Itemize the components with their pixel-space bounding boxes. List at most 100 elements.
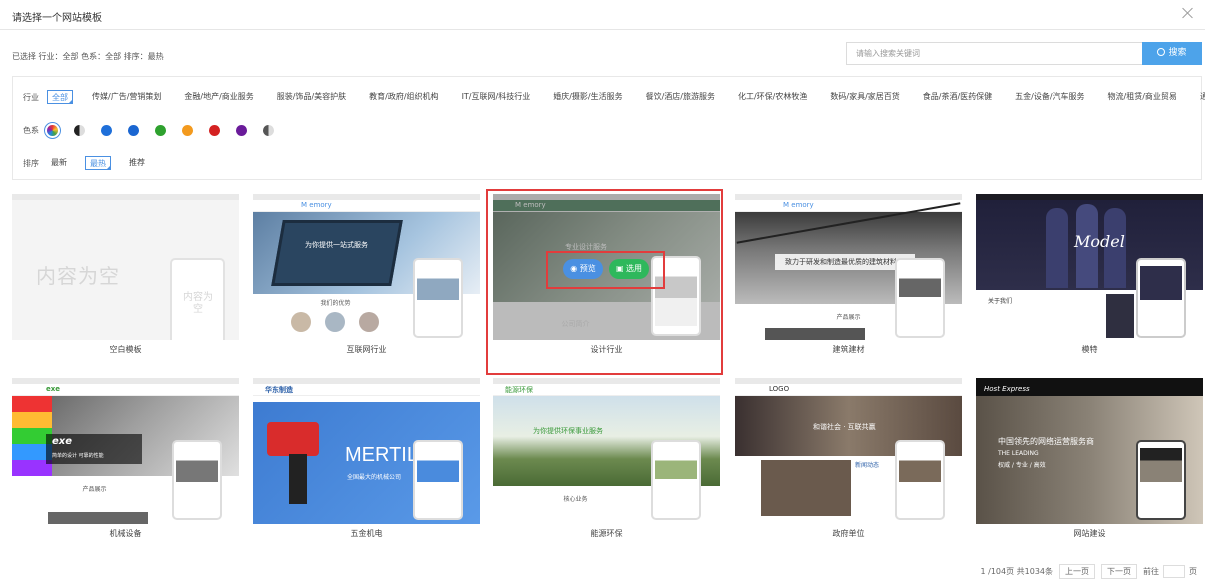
template-card-hardware[interactable]: 华东制造 MERTIL 全国最大的机械公司 五金机电	[253, 378, 480, 550]
color-swatch-darkblue[interactable]	[128, 124, 139, 136]
mobile-preview	[1136, 440, 1186, 520]
template-logo: exe	[46, 385, 61, 393]
industry-tag-6[interactable]: 婚庆/摄影/生活服务	[549, 90, 626, 104]
industry-tag-12[interactable]: 物流/租赁/商业贸易	[1104, 90, 1181, 104]
template-logo: M emory	[301, 201, 332, 209]
hero-text: MERTIL	[345, 444, 418, 466]
goto-label: 前往	[1143, 567, 1159, 576]
color-swatch-all[interactable]	[47, 124, 58, 136]
dialog-header: 请选择一个网站模板	[0, 0, 1205, 30]
filter-panel: 行业 全部 传媒/广告/营销策划 金融/地产/商业服务 服装/饰品/美容护肤 教…	[12, 76, 1205, 180]
template-thumbnail: 能源环保 为你提供环保事业服务 核心业务	[493, 378, 720, 524]
template-logo: M emory	[783, 201, 814, 209]
template-thumbnail: LOGO 和谐社会 · 互联共赢 新闻动态	[735, 378, 962, 524]
template-logo: LOGO	[769, 385, 790, 393]
color-swatch-black[interactable]	[74, 124, 85, 136]
template-logo: Host Express	[984, 385, 1030, 393]
empty-text-small: 内容为空	[183, 292, 213, 315]
sort-hottest[interactable]: 最热	[85, 156, 111, 170]
hero-text: 和谐社会 · 互联共赢	[813, 423, 876, 431]
close-icon[interactable]	[1181, 6, 1195, 20]
template-card-machine[interactable]: exe exe 简单的设计 可靠的性能 产品展示 机械设备	[12, 378, 239, 550]
template-caption: 能源环保	[590, 529, 623, 538]
page-suffix: 页	[1189, 567, 1197, 576]
sort-filter-row: 排序 最新 最热 推荐	[23, 155, 163, 171]
selected-filters-summary: 已选择 行业：全部 色系：全部 排序：最热	[12, 52, 164, 61]
template-logo: 能源环保	[505, 386, 533, 394]
pagination-info: 1 /104页 共1034条	[980, 567, 1054, 576]
prev-page-button[interactable]: 上一页	[1059, 564, 1095, 579]
color-swatch-blue[interactable]	[101, 124, 112, 136]
template-card-gov[interactable]: LOGO 和谐社会 · 互联共赢 新闻动态 政府单位	[735, 378, 962, 550]
sort-newest[interactable]: 最新	[47, 156, 71, 170]
industry-tag-2[interactable]: 金融/地产/商业服务	[180, 90, 257, 104]
hero-subtext-2: 权威 / 专业 / 高效	[998, 462, 1046, 469]
template-thumbnail: 内容为空 内容为空	[12, 194, 239, 340]
template-thumbnail: exe exe 简单的设计 可靠的性能 产品展示	[12, 378, 239, 524]
template-thumbnail: 华东制造 MERTIL 全国最大的机械公司	[253, 378, 480, 524]
sort-label: 排序	[23, 158, 39, 168]
template-card-energy[interactable]: 能源环保 为你提供环保事业服务 核心业务 能源环保	[493, 378, 720, 550]
next-page-button[interactable]: 下一页	[1101, 564, 1137, 579]
template-card-model[interactable]: Model 关于我们 模特	[976, 194, 1203, 366]
industry-filter-row: 行业 全部 传媒/广告/营销策划 金融/地产/商业服务 服装/饰品/美容护肤 教…	[23, 89, 1205, 105]
template-logo: 华东制造	[265, 386, 293, 394]
industry-tag-1[interactable]: 传媒/广告/营销策划	[88, 90, 165, 104]
dialog-title: 请选择一个网站模板	[12, 13, 102, 24]
industry-tag-13[interactable]: 通用行业	[1196, 90, 1205, 104]
template-card-internet[interactable]: M emory 为你提供一站式服务 我们的优势 互联网行业	[253, 194, 480, 366]
template-caption: 机械设备	[109, 529, 142, 538]
industry-tag-10[interactable]: 食品/茶酒/医药保健	[919, 90, 996, 104]
color-swatch-orange[interactable]	[182, 124, 193, 136]
hero-text: 致力于研发和制造最优质的建筑材料	[785, 258, 897, 266]
industry-tag-8[interactable]: 化工/环保/农林牧渔	[734, 90, 811, 104]
page-number-input[interactable]	[1163, 565, 1185, 578]
hero-text: Model	[1074, 232, 1125, 251]
template-caption: 空白模板	[109, 345, 142, 354]
hero-subtext: 全国最大的机械公司	[347, 474, 402, 481]
mobile-preview: 内容为空	[170, 258, 225, 340]
industry-tag-0[interactable]: 全部	[47, 90, 73, 104]
template-thumbnail: M emory 致力于研发和制造最优质的建筑材料 产品展示	[735, 194, 962, 340]
search-button[interactable]: 搜索	[1142, 42, 1202, 65]
industry-tag-9[interactable]: 数码/家具/家居百货	[826, 90, 903, 104]
use-template-button[interactable]: ▣ 选用	[609, 259, 649, 279]
industry-tag-5[interactable]: IT/互联网/科技行业	[458, 90, 535, 104]
template-caption: 网站建设	[1073, 529, 1106, 538]
preview-button-label: 预览	[579, 264, 596, 273]
industry-tag-7[interactable]: 餐饮/酒店/旅游服务	[642, 90, 719, 104]
template-card-building[interactable]: M emory 致力于研发和制造最优质的建筑材料 产品展示 建筑建材	[735, 194, 962, 366]
template-thumbnail: Host Express 中国领先的网络运营服务商 THE LEADING 权威…	[976, 378, 1203, 524]
industry-tag-11[interactable]: 五金/设备/汽车服务	[1011, 90, 1088, 104]
sort-recommended[interactable]: 推荐	[125, 156, 149, 170]
industry-tag-4[interactable]: 教育/政府/组织机构	[365, 90, 442, 104]
search-input[interactable]: 请输入搜索关键词	[846, 42, 1142, 65]
hero-text: 中国领先的网络运营服务商	[998, 437, 1094, 446]
color-swatch-green[interactable]	[155, 124, 166, 136]
color-swatch-gray[interactable]	[263, 124, 274, 136]
search-button-label: 搜索	[1168, 48, 1187, 58]
color-swatch-purple[interactable]	[236, 124, 247, 136]
template-thumbnail: Model 关于我们	[976, 194, 1203, 340]
mobile-preview	[172, 440, 222, 520]
mobile-preview	[895, 440, 945, 520]
section-title: 新闻动态	[855, 462, 880, 469]
section-title: 产品展示	[82, 486, 107, 493]
check-icon: ▣	[615, 264, 627, 273]
section-title: 我们的优势	[320, 300, 351, 307]
empty-text: 内容为空	[36, 264, 120, 288]
search-icon	[1157, 48, 1166, 56]
section-title: 核心业务	[563, 496, 588, 503]
template-card-blank[interactable]: 内容为空 内容为空 空白模板	[12, 194, 239, 366]
preview-button[interactable]: ◉ 预览	[563, 259, 603, 279]
industry-tag-3[interactable]: 服装/饰品/美容护肤	[273, 90, 350, 104]
template-card-website[interactable]: Host Express 中国领先的网络运营服务商 THE LEADING 权威…	[976, 378, 1203, 550]
color-filter-row: 色系	[23, 122, 290, 138]
use-button-label: 选用	[626, 264, 643, 273]
template-caption: 互联网行业	[346, 345, 387, 354]
color-swatch-red[interactable]	[209, 124, 220, 136]
pagination: 1 /104页 共1034条 上一页 下一页 前往 页	[980, 564, 1197, 579]
hero-text: exe	[52, 436, 73, 447]
template-caption: 五金机电	[350, 529, 383, 538]
color-label: 色系	[23, 125, 39, 135]
